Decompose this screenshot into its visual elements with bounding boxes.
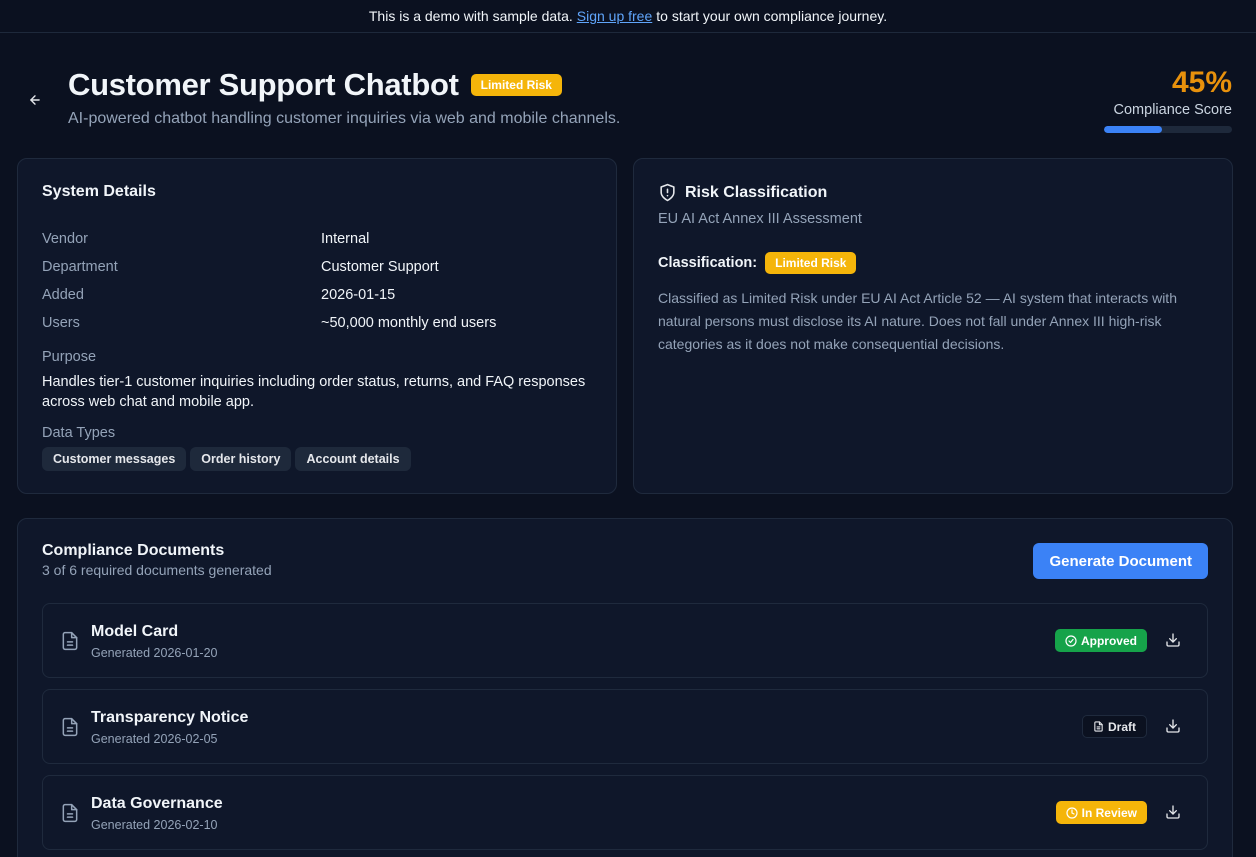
file-text-icon xyxy=(62,717,78,737)
detail-row-department: Department Customer Support xyxy=(42,253,602,281)
arrow-left-icon xyxy=(30,95,40,105)
detail-value: 2026-01-15 xyxy=(321,287,396,303)
download-icon xyxy=(1166,633,1180,647)
back-button[interactable] xyxy=(26,91,44,109)
shield-alert-icon xyxy=(660,183,675,202)
status-label: Approved xyxy=(1080,633,1137,648)
detail-row-users: Users ~50,000 monthly end users xyxy=(42,309,602,337)
risk-description: Classified as Limited Risk under EU AI A… xyxy=(658,290,1177,352)
signup-link[interactable]: Sign up free xyxy=(577,8,653,24)
document-date: Generated 2026-02-05 xyxy=(91,732,218,746)
download-button[interactable] xyxy=(1164,803,1182,821)
document-name: Transparency Notice xyxy=(91,709,249,726)
status-badge: Draft xyxy=(1081,715,1147,738)
download-icon xyxy=(1166,719,1180,733)
page-subtitle: AI-powered chatbot handling customer inq… xyxy=(68,110,621,127)
detail-label: Department xyxy=(42,259,118,275)
compliance-documents-card: Compliance Documents 3 of 6 required doc… xyxy=(17,518,1233,857)
file-icon xyxy=(1094,721,1103,732)
classification-label: Classification: xyxy=(658,255,758,271)
data-type-chip: Customer messages xyxy=(42,447,187,471)
document-name: Data Governance xyxy=(91,795,223,812)
purpose-label: Purpose xyxy=(42,349,97,365)
document-date: Generated 2026-02-10 xyxy=(91,818,218,832)
risk-badge: Limited Risk xyxy=(470,74,562,96)
download-button[interactable] xyxy=(1164,717,1182,735)
system-details-card: System Details Vendor Internal Departmen… xyxy=(17,158,617,494)
detail-label: Vendor xyxy=(42,231,88,247)
risk-header: Risk Classification xyxy=(658,183,827,202)
status-badge: In Review xyxy=(1055,801,1147,824)
system-details-title: System Details xyxy=(42,183,156,200)
demo-banner: This is a demo with sample data. Sign up… xyxy=(0,0,1256,33)
score-value: 45% xyxy=(1171,66,1232,99)
document-row[interactable]: Transparency Notice Generated 2026-02-05… xyxy=(42,689,1208,764)
generate-document-button[interactable]: Generate Document xyxy=(1033,543,1208,579)
risk-classification-card: Risk Classification EU AI Act Annex III … xyxy=(633,158,1233,494)
classification-badge: Limited Risk xyxy=(765,252,857,274)
classification-row: Classification: Limited Risk xyxy=(658,252,857,274)
detail-value: ~50,000 monthly end users xyxy=(321,315,497,331)
score-label: Compliance Score xyxy=(1113,102,1232,118)
document-date: Generated 2026-01-20 xyxy=(91,646,218,660)
score-progress-fill xyxy=(1104,126,1162,133)
detail-label: Added xyxy=(42,287,84,303)
page-title: Customer Support Chatbot xyxy=(68,67,459,102)
data-types-label: Data Types xyxy=(42,425,116,441)
detail-row-added: Added 2026-01-15 xyxy=(42,281,602,309)
clock-icon xyxy=(1066,806,1078,819)
download-button[interactable] xyxy=(1164,631,1182,649)
status-badge: Approved xyxy=(1054,629,1147,652)
risk-title: Risk Classification xyxy=(685,183,828,201)
purpose-text: Handles tier-1 customer inquiries includ… xyxy=(42,374,586,410)
banner-prefix: This is a demo with sample data. xyxy=(368,8,573,24)
file-text-icon xyxy=(62,803,78,823)
document-row[interactable]: Model Card Generated 2026-01-20 Approved xyxy=(42,603,1208,678)
document-name: Model Card xyxy=(91,623,179,640)
details-list: Vendor Internal Department Customer Supp… xyxy=(42,225,602,337)
check-circle-icon xyxy=(1065,634,1077,647)
detail-value: Internal xyxy=(321,231,370,247)
document-row[interactable]: Data Governance Generated 2026-02-10 In … xyxy=(42,775,1208,850)
file-text-icon xyxy=(62,631,78,651)
banner-suffix: to start your own compliance journey. xyxy=(656,8,888,24)
compliance-score: 45% Compliance Score xyxy=(1102,66,1232,133)
title-row: Customer Support Chatbot Limited Risk xyxy=(68,67,562,103)
risk-subtitle: EU AI Act Annex III Assessment xyxy=(658,211,862,227)
detail-value: Customer Support xyxy=(321,259,439,275)
detail-label: Users xyxy=(42,315,80,331)
data-type-chip: Order history xyxy=(190,447,292,471)
score-progress-bar xyxy=(1104,126,1232,133)
detail-row-vendor: Vendor Internal xyxy=(42,225,602,253)
data-types-list: Customer messages Order history Account … xyxy=(42,447,411,471)
status-label: In Review xyxy=(1081,805,1137,820)
download-icon xyxy=(1166,805,1180,819)
data-type-chip: Account details xyxy=(295,447,411,471)
documents-subtitle: 3 of 6 required documents generated xyxy=(42,562,272,578)
status-label: Draft xyxy=(1107,719,1136,734)
documents-title: Compliance Documents xyxy=(42,542,225,559)
